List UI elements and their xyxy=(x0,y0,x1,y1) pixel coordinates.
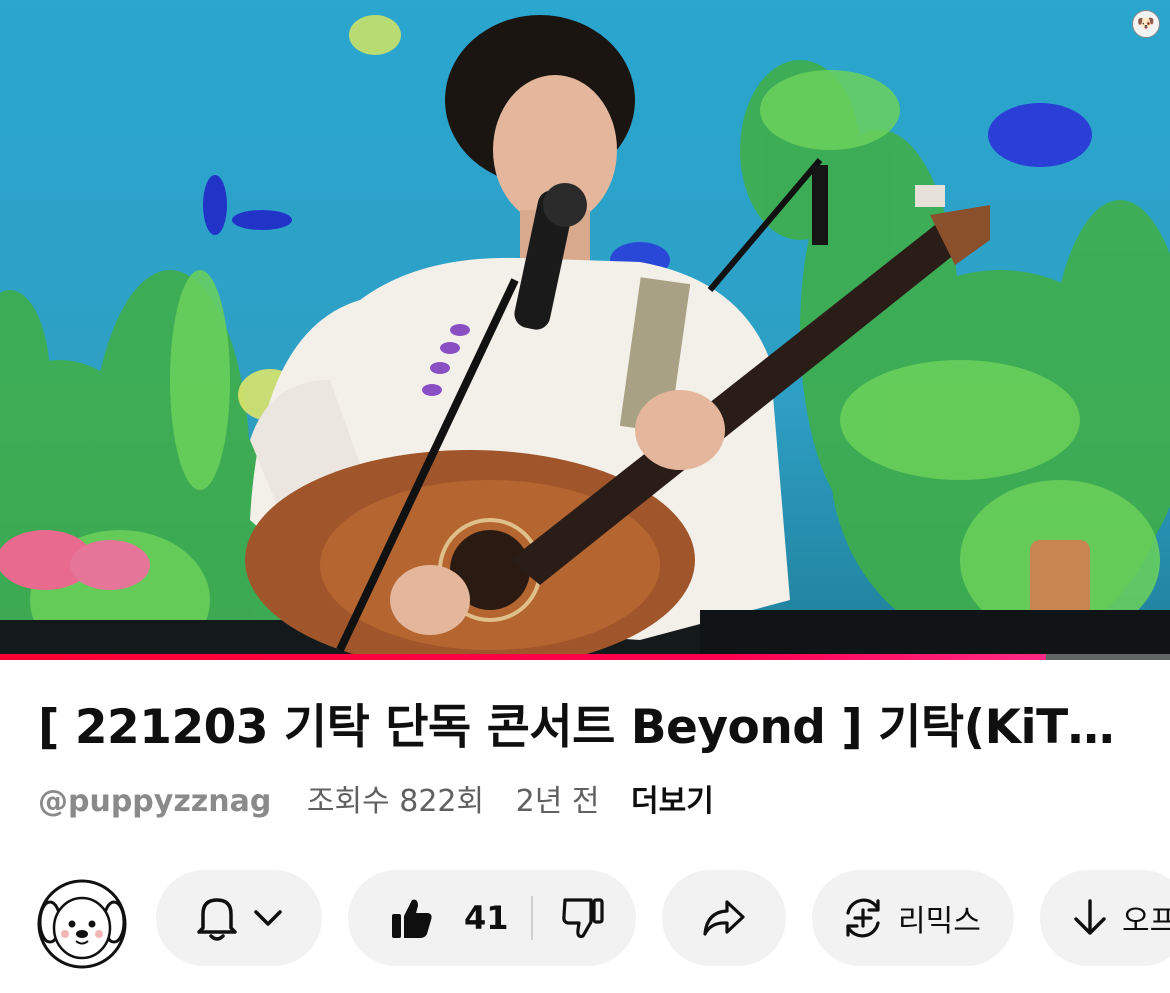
channel-avatar[interactable] xyxy=(36,878,128,970)
subscribe-notification-button[interactable] xyxy=(156,870,322,966)
download-button[interactable]: 오프 xyxy=(1040,870,1170,966)
video-meta-row[interactable]: @puppyzznag 조회수 822회 2년 전 더보기 xyxy=(38,782,714,822)
video-title[interactable]: [ 221203 기탁 단독 콘서트 Beyond ] 기탁(KiT… xyxy=(38,698,1128,758)
download-label: 오프 xyxy=(1122,904,1170,939)
chevron-down-icon xyxy=(254,910,282,926)
share-button[interactable] xyxy=(662,870,786,966)
video-info-sheet: [ 221203 기탁 단독 콘서트 Beyond ] 기탁(KiT… @pup… xyxy=(0,660,1170,993)
thumbs-down-icon xyxy=(561,898,604,938)
like-divider xyxy=(530,896,533,940)
download-arrow-icon xyxy=(1074,899,1106,935)
remix-label: 리믹스 xyxy=(898,904,981,939)
remix-icon xyxy=(846,898,880,938)
channel-handle[interactable]: @puppyzznag xyxy=(38,784,271,819)
like-count: 41 xyxy=(464,899,509,937)
remix-button[interactable]: 리믹스 xyxy=(812,870,1014,966)
view-count: 조회수 822회 xyxy=(306,784,485,819)
share-arrow-icon xyxy=(703,900,745,936)
like-button[interactable]: 41 xyxy=(390,896,509,940)
thumbs-up-icon xyxy=(392,899,432,938)
like-dislike-group: 41 xyxy=(348,870,636,966)
puppy-face-avatar-icon xyxy=(37,879,127,969)
video-player[interactable]: 🐶 xyxy=(0,0,1170,660)
dislike-button[interactable] xyxy=(561,896,605,940)
more-link[interactable]: 더보기 xyxy=(631,784,714,819)
upload-age: 2년 전 xyxy=(515,784,600,819)
video-frame xyxy=(0,0,1170,660)
channel-watermark-icon[interactable]: 🐶 xyxy=(1132,10,1160,38)
bell-icon xyxy=(197,898,237,941)
